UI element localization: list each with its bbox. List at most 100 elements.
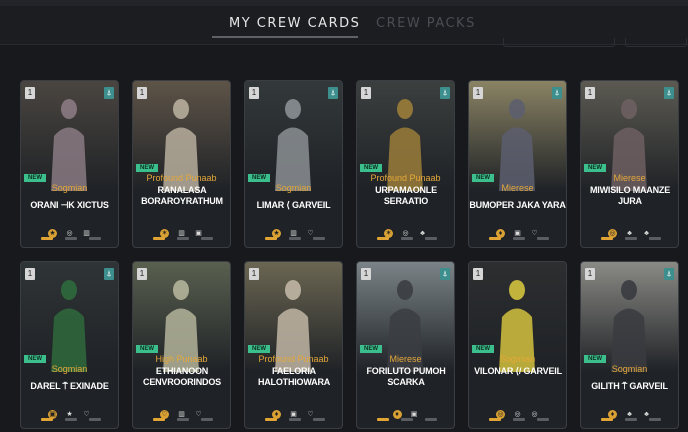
- crew-card[interactable]: 1 ⍋ NEW Sogmian DAREL ⍑ EXINADE ▣ ★ ♡: [20, 261, 119, 429]
- skill-level-bars: [265, 418, 325, 421]
- faction-icon: ⍋: [328, 87, 338, 99]
- skill-bar: [289, 418, 301, 421]
- crew-name: FAELORIA HALOTHIOWARA: [257, 366, 331, 387]
- new-badge: NEW: [584, 164, 606, 172]
- skill-bar: [425, 237, 437, 240]
- skill-bar: [537, 237, 549, 240]
- skill-bar: [425, 418, 437, 421]
- new-badge: NEW: [24, 355, 46, 363]
- new-badge: NEW: [360, 164, 382, 172]
- faction-icon: ⍋: [104, 87, 114, 99]
- skill-bar: [289, 237, 301, 240]
- crew-species: Sogmian: [51, 183, 88, 193]
- skill-bar: [649, 237, 661, 240]
- crew-card[interactable]: 1 ⍋ NEW Mierese MIWISILO MAANZE JURA ◎ ♣ ♣: [580, 80, 679, 248]
- tab-crew-packs[interactable]: CREW PACKS: [376, 16, 476, 31]
- crew-card[interactable]: 1 ⍋ NEW Mierese FORILUTO PUMOH SCARKA ♦ ▣: [356, 261, 455, 429]
- crew-name: FORILUTO PUMOH SCARKA: [366, 366, 446, 387]
- skill-bar: [265, 418, 277, 421]
- crew-card[interactable]: 1 ⍋ NEW Sogmian LIMAR ⟨ GARVEIL ★ ▥ ♡: [244, 80, 343, 248]
- skill-bar: [537, 418, 549, 421]
- crew-name: URPAMAONLE SERAATIO: [375, 185, 437, 206]
- rarity-level-tag: 1: [25, 87, 35, 99]
- crew-species: Profound Punaab: [258, 354, 329, 364]
- skill-bar: [65, 237, 77, 240]
- skill-level-bars: [41, 418, 101, 421]
- skill-bar: [89, 237, 101, 240]
- new-badge: NEW: [136, 164, 158, 172]
- skill-bar: [265, 237, 277, 240]
- rarity-level-tag: 1: [25, 268, 35, 280]
- skill-bar: [377, 418, 389, 421]
- active-tab-indicator: [212, 36, 358, 38]
- crew-name: RANALASA BORAROYRATHUM: [141, 185, 223, 206]
- skill-bar: [313, 237, 325, 240]
- skill-level-bars: [41, 237, 101, 240]
- skill-bar: [313, 418, 325, 421]
- top-strip: [0, 0, 688, 6]
- faction-icon: ⍋: [440, 268, 450, 280]
- skill-bar: [401, 237, 413, 240]
- crew-card[interactable]: 1 ⍋ NEW Sogmian GILITH ⍑ GARVEIL ♦ ♣ ♣: [580, 261, 679, 429]
- rarity-level-tag: 1: [473, 87, 483, 99]
- new-badge: NEW: [136, 345, 158, 353]
- skill-bar: [41, 418, 53, 421]
- skill-bar: [489, 418, 501, 421]
- filter-button[interactable]: [503, 38, 615, 47]
- rarity-level-tag: 1: [137, 87, 147, 99]
- skill-bar: [401, 418, 413, 421]
- skill-bar: [513, 237, 525, 240]
- crew-name: VILONAR ⟨/ GARVEIL: [474, 366, 562, 376]
- crew-card[interactable]: 1 NEW Profound Punaab FAELORIA HALOTHIOWARA…: [244, 261, 343, 429]
- rarity-level-tag: 1: [361, 268, 371, 280]
- skill-bar: [201, 418, 213, 421]
- crew-name: LIMAR ⟨ GARVEIL: [256, 200, 331, 210]
- faction-icon: ⍋: [104, 268, 114, 280]
- rarity-level-tag: 1: [249, 268, 259, 280]
- crew-species: Sogmian: [275, 183, 312, 193]
- crew-species: Sogmian: [611, 364, 648, 374]
- skill-bar: [177, 418, 189, 421]
- skill-level-bars: [153, 418, 213, 421]
- skill-bar: [377, 237, 389, 240]
- crew-species: Mierese: [501, 183, 534, 193]
- crew-name: DAREL ⍑ EXINADE: [30, 381, 109, 391]
- skill-bar: [201, 237, 213, 240]
- rarity-level-tag: 1: [137, 268, 147, 280]
- new-badge: NEW: [584, 355, 606, 363]
- skill-bar: [153, 418, 165, 421]
- crew-card[interactable]: 1 ⍋ NEW Profound Punaab URPAMAONLE SERAATIO ✶…: [356, 80, 455, 248]
- skill-level-bars: [377, 237, 437, 240]
- skill-bar: [601, 237, 613, 240]
- crew-card[interactable]: 1 ⍋ NEW Mierese BUMOPER JAKA YARA ♦ ▣ ♡: [468, 80, 567, 248]
- crew-card[interactable]: 1 ⍋ NEW Sogmian ORANI ⊣K XICTUS ★ ◎ ▥: [20, 80, 119, 248]
- new-badge: NEW: [472, 174, 494, 182]
- sort-button[interactable]: [625, 38, 687, 47]
- faction-icon: ⍋: [552, 87, 562, 99]
- crew-name: GILITH ⍑ GARVEIL: [591, 381, 668, 391]
- rarity-level-tag: 1: [585, 87, 595, 99]
- crew-name: BUMOPER JAKA YARA: [469, 200, 566, 210]
- skill-level-bars: [601, 418, 661, 421]
- crew-name: ETHIANOON CENVROORINDOS: [143, 366, 221, 387]
- tab-my-crew-cards[interactable]: MY CREW CARDS: [229, 16, 360, 31]
- new-badge: NEW: [472, 345, 494, 353]
- crew-card[interactable]: 1 NEW Profound Punaab RANALASA BORAROYRATHU…: [132, 80, 231, 248]
- rarity-level-tag: 1: [585, 268, 595, 280]
- skill-level-bars: [489, 237, 549, 240]
- skill-level-bars: [489, 418, 549, 421]
- crew-name: MIWISILO MAANZE JURA: [590, 185, 670, 206]
- new-badge: NEW: [248, 174, 270, 182]
- crew-species: Mierese: [613, 173, 646, 183]
- skill-level-bars: [601, 237, 661, 240]
- skill-bar: [153, 237, 165, 240]
- crew-species: Sogmian: [499, 354, 536, 364]
- skill-bar: [41, 237, 53, 240]
- new-badge: NEW: [360, 345, 382, 353]
- new-badge: NEW: [24, 174, 46, 182]
- rarity-level-tag: 1: [473, 268, 483, 280]
- skill-bar: [489, 237, 501, 240]
- faction-icon: ⍋: [664, 268, 674, 280]
- crew-card[interactable]: 1 NEW Sogmian VILONAR ⟨/ GARVEIL ◎ ◎ ◎: [468, 261, 567, 429]
- crew-card[interactable]: 1 NEW High Punaab ETHIANOON CENVROORINDOS ♡ ▥…: [132, 261, 231, 429]
